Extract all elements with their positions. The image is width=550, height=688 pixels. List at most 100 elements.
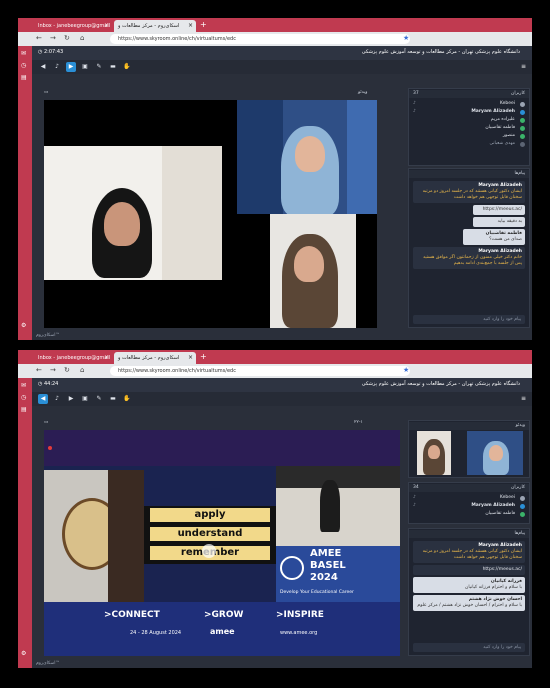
list-item[interactable]: مهدی شعبانی: [413, 141, 525, 149]
close-icon[interactable]: ×: [188, 22, 193, 29]
mail-icon[interactable]: ✉: [21, 382, 29, 390]
close-icon[interactable]: ×: [104, 22, 109, 29]
chat-message: به دقیقه بیاید: [473, 217, 525, 227]
history-icon[interactable]: ◷: [21, 394, 29, 402]
close-icon[interactable]: ×: [104, 354, 109, 361]
cta-connect: >CONNECT: [104, 610, 160, 620]
screen-share-icon[interactable]: ▣: [80, 62, 90, 72]
video-panel: ویدئو: [408, 420, 530, 478]
list-item[interactable]: فاطمه تقاضبیان: [413, 511, 525, 519]
tab-skyroom[interactable]: اسکای‌روم - مرکز مطالعات و ×: [114, 20, 196, 32]
camera-icon[interactable]: ▶: [66, 62, 76, 72]
speaker-icon[interactable]: ◀: [38, 394, 48, 404]
chat-messages: Maryam Alizadeh ایشان دکتور کیانی هستند ک…: [413, 541, 525, 613]
microphone-icon[interactable]: ♪: [52, 62, 62, 72]
record-icon: [48, 446, 52, 450]
tab-inbox[interactable]: Inbox - janebeegroup@gmail ×: [34, 352, 112, 364]
address-bar: ← → ↻ ⌂ https://www.skyroom.online/ch/vi…: [18, 364, 532, 378]
video-tile-participant-2[interactable]: [467, 431, 523, 475]
bookmark-icon[interactable]: ▤: [21, 74, 29, 82]
mic-icon: ♪: [413, 109, 416, 114]
raise-hand-icon[interactable]: ✋: [122, 394, 132, 404]
history-icon[interactable]: ◷: [21, 62, 29, 70]
stage-expand-icon[interactable]: ▭: [44, 420, 48, 428]
home-icon[interactable]: ⌂: [80, 366, 84, 374]
chat-message: Maryam Alizadeh ایشان دکتور کیانی هستند ک…: [413, 181, 525, 203]
bookmark-star-icon[interactable]: ★: [403, 366, 409, 374]
reload-icon[interactable]: ↻: [64, 34, 70, 42]
video-tile-participant-1[interactable]: [417, 431, 451, 475]
raise-hand-icon[interactable]: ✋: [122, 62, 132, 72]
close-icon[interactable]: ×: [188, 354, 193, 361]
list-item[interactable]: ♪ Kebeei: [413, 101, 525, 109]
users-panel-title: کاربران 37: [409, 90, 529, 98]
participant-face: [294, 246, 324, 282]
pen-icon[interactable]: ✎: [94, 394, 104, 404]
screenshot-bottom: Inbox - janebeegroup@gmail × اسکای‌روم - …: [18, 350, 532, 668]
camera-icon[interactable]: ▶: [66, 394, 76, 404]
settings-icon[interactable]: ⚙: [21, 322, 29, 330]
screen-share-icon[interactable]: ▣: [80, 394, 90, 404]
chat-message: فاطمه تقاضبیان صدای من هست؟: [463, 229, 525, 245]
app-header: ◷ 2:07:43 دانشگاه علوم پزشکی تهران - مرک…: [32, 46, 532, 60]
home-icon[interactable]: ⌂: [80, 34, 84, 42]
list-item[interactable]: ♪ Maryam Alizadeh: [413, 109, 525, 117]
browser-sidebar: ✉ ◷ ▤ ⚙: [18, 46, 32, 340]
list-item[interactable]: منصور: [413, 133, 525, 141]
user-icon: [520, 118, 525, 123]
url-field[interactable]: https://www.skyroom.online/ch/virtualtum…: [110, 34, 410, 44]
video-tile-participant-1[interactable]: [44, 146, 222, 280]
user-list: ♪ Kebeei ♪ Maryam Alizadeh علیزاده مریم فا…: [413, 101, 525, 149]
video-stage: [44, 100, 377, 328]
users-count: 34: [413, 485, 419, 490]
event-tagline: Develop Your Educational Career: [280, 590, 354, 595]
menu-icon[interactable]: ≡: [521, 395, 526, 402]
session-timer: ◷ 44:24: [38, 381, 59, 387]
chat-input[interactable]: پیام خود را وارد کنید: [413, 315, 525, 324]
list-item[interactable]: فاطمه تقاضبیان: [413, 125, 525, 133]
tab-inbox[interactable]: Inbox - janebeegroup@gmail ×: [34, 20, 112, 32]
list-item[interactable]: علیزاده مریم: [413, 117, 525, 125]
cta-inspire: >INSPIRE: [276, 610, 324, 620]
chat-panel-title: پیام‌ها: [409, 530, 529, 538]
slide-photo-speaker: [276, 466, 400, 546]
chat-input[interactable]: پیام خود را وارد کنید: [413, 643, 525, 652]
reload-icon[interactable]: ↻: [64, 366, 70, 374]
slide-word-understand: understand: [150, 527, 270, 541]
microphone-icon[interactable]: ♪: [52, 394, 62, 404]
session-timer: ◷ 2:07:43: [38, 49, 64, 55]
video-tile-participant-3[interactable]: [270, 214, 356, 328]
footer-brand: اسکای‌روم™: [36, 661, 61, 666]
browser-tab-bar: Inbox - janebeegroup@gmail × اسکای‌روم - …: [18, 350, 532, 364]
video-tile-participant-2[interactable]: [237, 100, 377, 214]
stage-expand-icon[interactable]: ▭: [44, 90, 48, 98]
settings-icon[interactable]: ⚙: [21, 650, 29, 658]
chat-message: فرزانه کیانیان با سلام و احترام فرزانه کی…: [413, 577, 525, 593]
bookmark-icon[interactable]: ▤: [21, 406, 29, 414]
mail-icon[interactable]: ✉: [21, 50, 29, 58]
users-panel: کاربران 34 ♪ Kebeei ♪ Maryam Alizadeh فاطم…: [408, 482, 530, 524]
participant-face: [104, 202, 140, 246]
folder-icon[interactable]: ▬: [108, 394, 118, 404]
chat-message: Maryam Alizadeh خانم دکتر خیلی ممنون از ز…: [413, 247, 525, 269]
back-icon[interactable]: ←: [36, 366, 42, 374]
chat-messages: Maryam Alizadeh ایشان دکتور کیانی هستند ک…: [413, 181, 525, 271]
pen-icon[interactable]: ✎: [94, 62, 104, 72]
forward-icon[interactable]: →: [50, 34, 56, 42]
url-field[interactable]: https://www.skyroom.online/ch/virtualtum…: [110, 366, 410, 376]
user-icon: [520, 496, 525, 501]
footer-brand: اسکای‌روم™: [36, 333, 61, 338]
forward-icon[interactable]: →: [50, 366, 56, 374]
list-item[interactable]: ♪ Kebeei: [413, 495, 525, 503]
user-icon: [520, 142, 525, 147]
new-tab-button[interactable]: +: [200, 20, 207, 29]
video-panel-title: ویدئو: [409, 422, 529, 430]
menu-icon[interactable]: ≡: [521, 63, 526, 70]
bookmark-star-icon[interactable]: ★: [403, 34, 409, 42]
back-icon[interactable]: ←: [36, 34, 42, 42]
folder-icon[interactable]: ▬: [108, 62, 118, 72]
tab-skyroom[interactable]: اسکای‌روم - مرکز مطالعات و ×: [114, 352, 196, 364]
list-item[interactable]: ♪ Maryam Alizadeh: [413, 503, 525, 511]
speaker-icon[interactable]: ◀: [38, 62, 48, 72]
new-tab-button[interactable]: +: [200, 352, 207, 361]
